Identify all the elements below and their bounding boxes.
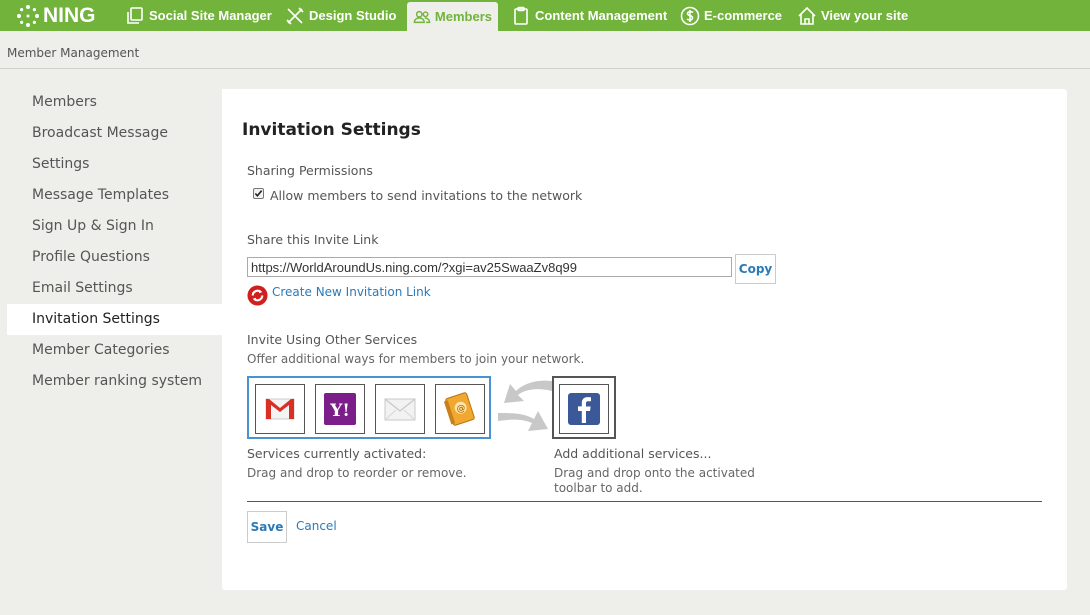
- members-icon: [413, 10, 431, 23]
- sidebar-item-sign-up-sign-in[interactable]: Sign Up & Sign In: [7, 211, 222, 242]
- available-services-toolbar[interactable]: [552, 376, 616, 439]
- ning-logo-icon: [17, 5, 39, 27]
- gmail-icon: [265, 398, 295, 420]
- allow-invitations-checkbox[interactable]: [253, 188, 264, 199]
- add-services-title: Add additional services...: [554, 446, 712, 461]
- add-services-hint-line2: toolbar to add.: [554, 481, 643, 495]
- tab-content-management[interactable]: Content Management: [511, 0, 667, 31]
- tab-label: Design Studio: [309, 8, 397, 23]
- pages-icon: [127, 6, 143, 24]
- tab-label: Members: [434, 9, 492, 24]
- sidebar-item-settings[interactable]: Settings: [7, 149, 222, 180]
- address-book-service[interactable]: @: [435, 384, 485, 434]
- sidebar-item-member-ranking-system[interactable]: Member ranking system: [7, 366, 222, 397]
- activated-services-title: Services currently activated:: [247, 446, 427, 461]
- other-services-subheading: Offer additional ways for members to joi…: [247, 352, 585, 366]
- sidebar-item-email-settings[interactable]: Email Settings: [7, 273, 222, 304]
- yahoo-service[interactable]: Y!: [315, 384, 365, 434]
- address-book-icon: @: [443, 392, 475, 426]
- activated-services-hint: Drag and drop to reorder or remove.: [247, 466, 467, 480]
- tab-e-commerce[interactable]: E-commerce: [680, 0, 782, 31]
- tab-label: Content Management: [535, 8, 668, 23]
- tab-view-your-site[interactable]: View your site: [797, 0, 908, 31]
- tab-label: Social Site Manager: [149, 8, 272, 23]
- top-nav-bar: NING Social Site Manager Design Studio M…: [0, 0, 1090, 31]
- breadcrumb: Member Management: [7, 46, 140, 60]
- page-title: Invitation Settings: [242, 120, 421, 140]
- gmail-service[interactable]: [255, 384, 305, 434]
- tab-members[interactable]: Members: [407, 2, 498, 31]
- facebook-icon: [568, 393, 600, 425]
- allow-invitations-label: Allow members to send invitations to the…: [270, 188, 583, 203]
- logo-text: NING: [43, 4, 96, 27]
- checkmark-icon: [254, 190, 263, 197]
- sidebar-item-members[interactable]: Members: [7, 87, 222, 118]
- invite-link-input[interactable]: [247, 257, 732, 277]
- tab-design-studio[interactable]: Design Studio: [285, 0, 396, 31]
- main-panel: Invitation Settings Sharing Permissions …: [222, 89, 1067, 590]
- add-services-hint-line1: Drag and drop onto the activated: [554, 466, 755, 480]
- home-icon: [798, 6, 816, 25]
- yahoo-icon: Y!: [324, 393, 356, 425]
- tab-label: View your site: [821, 8, 909, 23]
- email-service[interactable]: [375, 384, 425, 434]
- sidebar-item-member-categories[interactable]: Member Categories: [7, 335, 222, 366]
- breadcrumb-divider: [0, 68, 1090, 69]
- sharing-permissions-heading: Sharing Permissions: [247, 163, 373, 178]
- cancel-link[interactable]: Cancel: [296, 519, 337, 533]
- copy-button[interactable]: Copy: [735, 254, 776, 284]
- clipboard-icon: [514, 6, 528, 25]
- tab-label: E-commerce: [704, 8, 783, 23]
- form-divider: [247, 501, 1042, 502]
- sidebar-item-message-templates[interactable]: Message Templates: [7, 180, 222, 211]
- facebook-service[interactable]: [559, 384, 609, 434]
- invite-link-heading: Share this Invite Link: [247, 232, 379, 247]
- refresh-icon[interactable]: [247, 285, 268, 306]
- activated-services-toolbar[interactable]: Y! @: [247, 376, 491, 439]
- sidebar-item-invitation-settings[interactable]: Invitation Settings: [7, 304, 222, 335]
- tab-social-site-manager[interactable]: Social Site Manager: [125, 0, 272, 31]
- svg-text:Y!: Y!: [329, 401, 350, 421]
- create-invitation-link[interactable]: Create New Invitation Link: [272, 285, 431, 299]
- dollar-icon: [680, 6, 700, 25]
- sidebar: Members Broadcast Message Settings Messa…: [7, 87, 222, 397]
- design-tools-icon: [286, 6, 304, 25]
- drag-arrows-icon: [498, 380, 552, 431]
- ning-logo[interactable]: NING: [16, 4, 96, 28]
- other-services-heading: Invite Using Other Services: [247, 332, 418, 347]
- sidebar-item-broadcast-message[interactable]: Broadcast Message: [7, 118, 222, 149]
- save-button[interactable]: Save: [247, 511, 287, 543]
- sidebar-item-profile-questions[interactable]: Profile Questions: [7, 242, 222, 273]
- envelope-icon: [384, 398, 416, 421]
